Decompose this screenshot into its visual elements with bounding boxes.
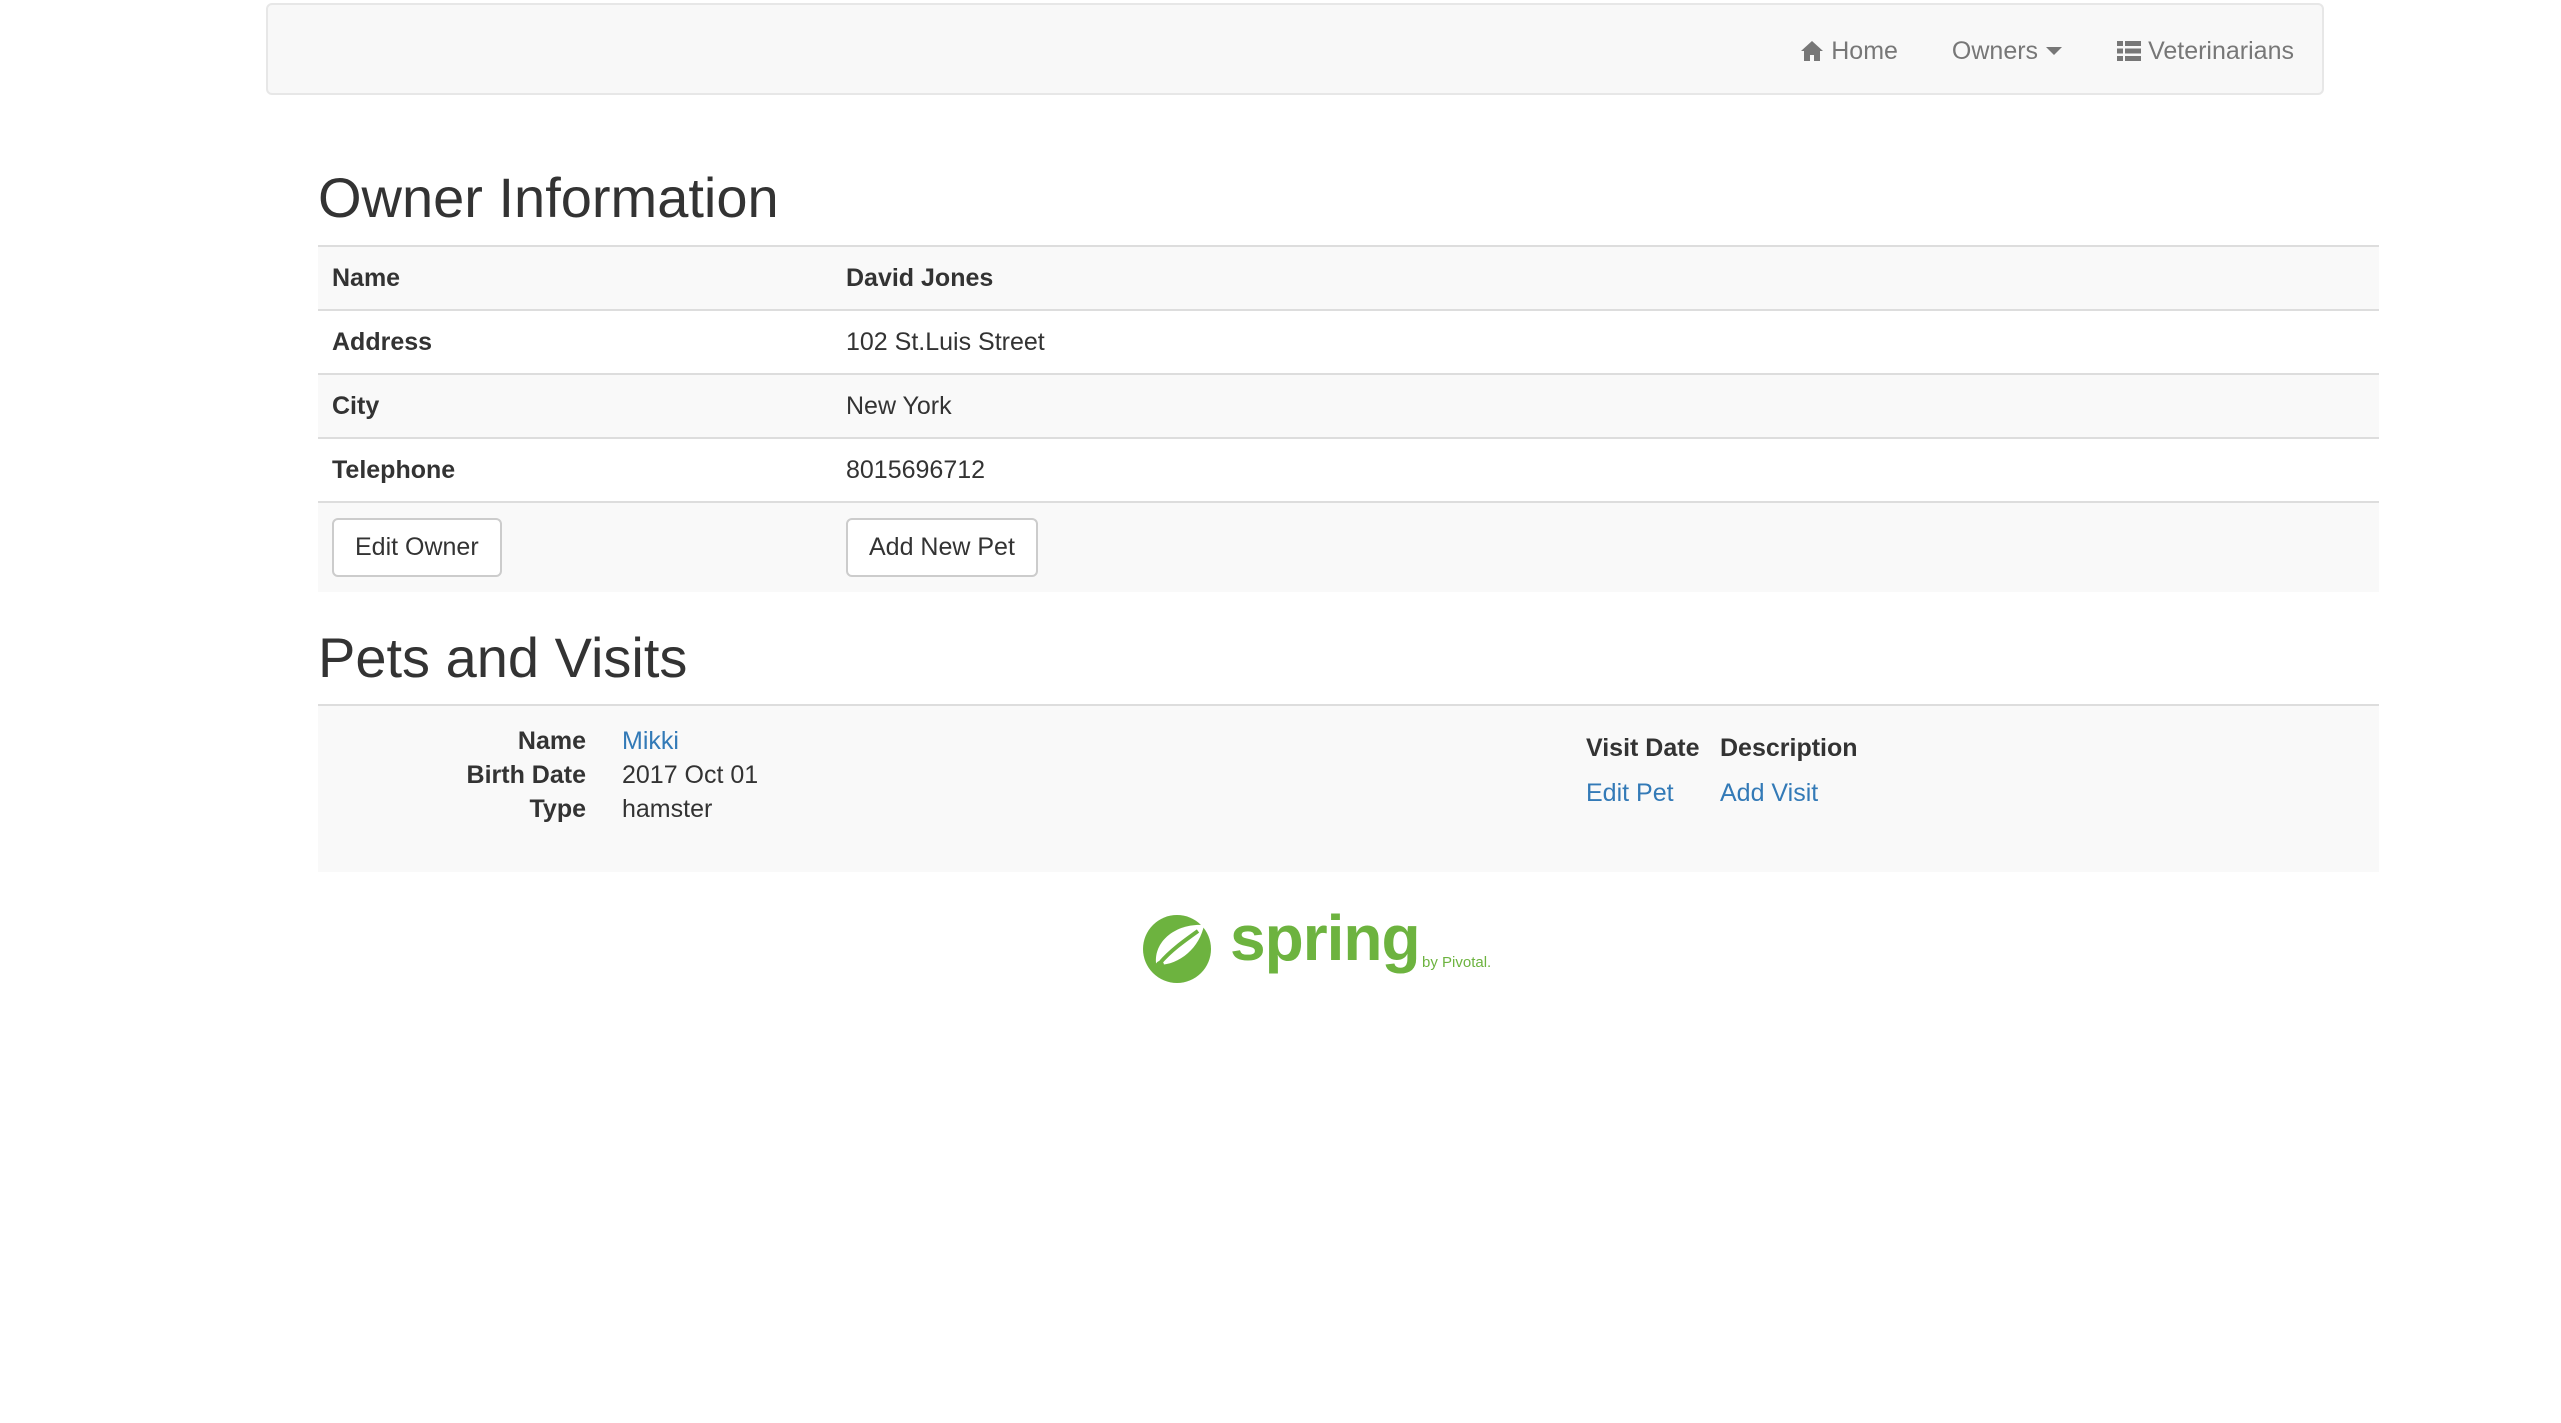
- pet-name-row: Name Mikki: [318, 724, 758, 758]
- pet-name-label: Name: [517, 726, 586, 755]
- spring-leaf-icon: [1143, 915, 1211, 983]
- table-row: Telephone 8015696712: [318, 437, 2379, 502]
- chevron-down-icon: [2046, 47, 2063, 55]
- list-icon: [2117, 41, 2142, 61]
- owner-telephone-value: 8015696712: [832, 437, 2379, 502]
- visits-table: Visit Date Description Edit Pet Add Visi…: [1586, 728, 1858, 818]
- visits-actions-row: Edit Pet Add Visit: [1586, 768, 1858, 818]
- nav-home-label: Home: [1831, 36, 1898, 65]
- table-row: Address 102 St.Luis Street: [318, 309, 2379, 374]
- nav-veterinarians[interactable]: Veterinarians: [2116, 37, 2294, 66]
- pet-details: Name Mikki Birth Date 2017 Oct 01 Type h…: [318, 724, 759, 826]
- pet-type-value: hamster: [622, 794, 713, 823]
- owner-address-label: Address: [318, 309, 832, 374]
- nav-owners-dropdown[interactable]: Owners: [1951, 36, 2063, 66]
- pet-birth-row: Birth Date 2017 Oct 01: [318, 758, 759, 792]
- add-visit-link[interactable]: Add Visit: [1720, 779, 1818, 808]
- edit-owner-cell: Edit Owner: [318, 501, 832, 592]
- nav-home[interactable]: Home: [1799, 37, 1898, 66]
- spring-wordmark: spring: [1230, 905, 1420, 974]
- spring-logo: spring by Pivotal.: [1143, 905, 1491, 983]
- pets-and-visits-title: Pets and Visits: [318, 626, 688, 689]
- pet-birth-value: 2017 Oct 01: [622, 760, 759, 789]
- pet-type-label: Type: [529, 794, 587, 823]
- pivotal-wordmark: by Pivotal.: [1422, 954, 1491, 971]
- edit-owner-button[interactable]: Edit Owner: [332, 518, 502, 577]
- nav-owners-label: Owners: [1951, 36, 2039, 65]
- visit-date-header: Visit Date: [1586, 733, 1700, 762]
- owner-table: Name David Jones Address 102 St.Luis Str…: [318, 245, 2379, 592]
- table-row: Name David Jones: [318, 245, 2379, 310]
- nav-links: Home Owners Veterinarians: [1799, 5, 2294, 97]
- owner-name-label: Name: [318, 245, 832, 310]
- top-navbar: Home Owners Veterinarians: [266, 3, 2324, 95]
- owner-name-value: David Jones: [832, 245, 2379, 310]
- pet-name-link[interactable]: Mikki: [622, 727, 679, 756]
- home-icon: [1801, 41, 1824, 61]
- table-row: City New York: [318, 373, 2379, 438]
- table-row: Edit Owner Add New Pet: [318, 501, 2379, 592]
- add-new-pet-button[interactable]: Add New Pet: [846, 518, 1038, 577]
- pet-entry: Name Mikki Birth Date 2017 Oct 01 Type h…: [318, 704, 2379, 872]
- add-pet-cell: Add New Pet: [832, 501, 2379, 592]
- owner-city-label: City: [318, 373, 832, 438]
- pet-birth-label: Birth Date: [466, 760, 586, 789]
- owner-telephone-label: Telephone: [318, 437, 832, 502]
- nav-veterinarians-label: Veterinarians: [2148, 36, 2294, 65]
- owner-city-value: New York: [832, 373, 2379, 438]
- owner-address-value: 102 St.Luis Street: [832, 309, 2379, 374]
- pet-type-row: Type hamster: [318, 792, 758, 826]
- description-header: Description: [1720, 733, 1858, 762]
- visits-header-row: Visit Date Description: [1586, 728, 1858, 768]
- edit-pet-link[interactable]: Edit Pet: [1586, 779, 1720, 808]
- owner-information-title: Owner Information: [318, 166, 779, 229]
